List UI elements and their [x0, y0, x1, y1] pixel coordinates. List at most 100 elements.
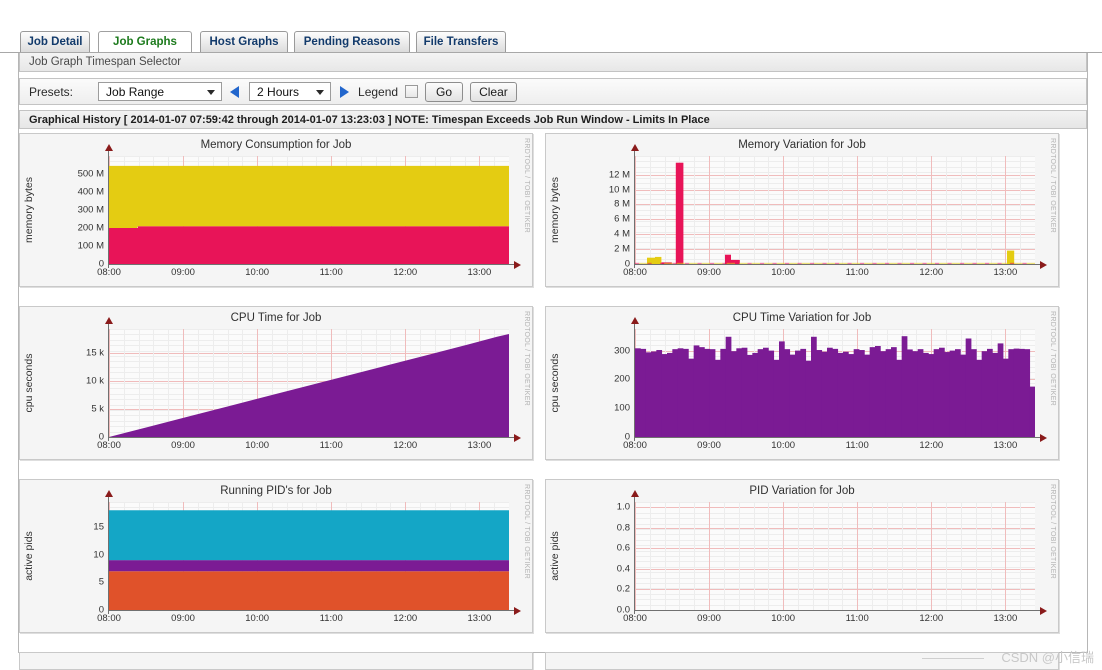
- x-tick-label: 09:00: [697, 267, 721, 278]
- next-timespan-button[interactable]: [338, 85, 351, 99]
- plot-area: [109, 329, 509, 438]
- series-layer: [109, 165, 509, 264]
- x-tick-label: 11:00: [845, 613, 869, 624]
- x-tick-label: 12:00: [393, 440, 418, 451]
- x-tick-label: 10:00: [245, 267, 270, 278]
- y-axis-ticks: 0 100 M 200 M 300 M 400 M 500 M: [44, 156, 104, 270]
- y-tick-label: 6 M: [614, 213, 630, 225]
- graph-cell-memory-consumption: Memory Consumption for Job RRDTOOL / TOBI…: [19, 133, 533, 287]
- y-axis-label: active pids: [549, 531, 561, 581]
- graph-pid-variation[interactable]: PID Variation for Job RRDTOOL / TOBI OETI…: [545, 479, 1059, 633]
- y-tick-label: 10 M: [608, 184, 630, 196]
- graphical-history-text: Graphical History [ 2014-01-07 07:59:42 …: [29, 113, 710, 126]
- graph-cpu-time-variation[interactable]: CPU Time Variation for Job RRDTOOL / TOBI…: [545, 306, 1059, 460]
- y-axis-line: [108, 496, 109, 614]
- plot-area: [635, 156, 1035, 265]
- x-tick-label: 12:00: [919, 613, 944, 624]
- x-tick-label: 13:00: [993, 613, 1018, 624]
- rrdtool-credit: RRDTOOL / TOBI OETIKER: [523, 484, 530, 580]
- y-tick-label: 0.2: [616, 583, 630, 595]
- tab-label: Host Graphs: [209, 36, 279, 48]
- y-tick-label: 4 M: [614, 228, 630, 240]
- legend-label: Legend: [358, 84, 399, 99]
- graph-title: Memory Variation for Job: [738, 139, 866, 151]
- graph-cell-partial: [19, 652, 533, 670]
- tab-host-graphs[interactable]: Host Graphs: [200, 31, 288, 52]
- tab-job-detail[interactable]: Job Detail: [20, 31, 90, 52]
- y-tick-label: 100: [614, 402, 630, 414]
- y-axis-line: [634, 496, 635, 614]
- tab-file-transfers[interactable]: File Transfers: [416, 31, 506, 52]
- x-tick-label: 10:00: [771, 613, 796, 624]
- job-graphs-page: Job Detail Job Graphs Host Graphs Pending R…: [0, 0, 1102, 670]
- panel-header-label: Job Graph Timespan Selector: [29, 56, 182, 68]
- x-tick-label: 09:00: [171, 613, 195, 624]
- rrdtool-credit: RRDTOOL / TOBI OETIKER: [1049, 484, 1056, 580]
- y-tick-label: 15 k: [86, 347, 104, 359]
- x-axis-ticks: 08:00 09:00 10:00 11:00 12:00 13:00: [546, 267, 1058, 281]
- x-tick-label: 11:00: [319, 440, 343, 451]
- y-tick-label: 15: [93, 521, 104, 533]
- presets-label: Presets:: [29, 84, 74, 99]
- plot-area: [109, 156, 509, 265]
- y-tick-label: 100 M: [77, 240, 104, 252]
- y-tick-label: 0.4: [616, 563, 630, 575]
- go-button[interactable]: Go: [425, 81, 464, 102]
- y-tick-label: 0.6: [616, 542, 630, 554]
- graph-partial[interactable]: [545, 652, 1059, 670]
- y-axis-label: cpu seconds: [549, 353, 561, 413]
- y-axis-ticks: 0 100 200 300: [570, 329, 630, 442]
- x-tick-label: 09:00: [171, 267, 195, 278]
- graph-cpu-time[interactable]: CPU Time for Job RRDTOOL / TOBI OETIKER cp…: [19, 306, 533, 460]
- x-tick-label: 13:00: [467, 613, 492, 624]
- graph-cell-pid-variation: PID Variation for Job RRDTOOL / TOBI OETI…: [545, 479, 1059, 633]
- y-tick-label: 10 k: [86, 375, 104, 387]
- y-axis-arrow-icon: [105, 144, 113, 151]
- tab-pending-reasons[interactable]: Pending Reasons: [294, 31, 410, 52]
- y-axis-line: [634, 323, 635, 441]
- graph-title: Memory Consumption for Job: [200, 139, 352, 151]
- y-tick-label: 10: [93, 549, 104, 561]
- x-tick-label: 13:00: [993, 440, 1018, 451]
- graphical-history-bar: Graphical History [ 2014-01-07 07:59:42 …: [19, 110, 1087, 129]
- graph-partial[interactable]: [19, 652, 533, 670]
- series-layer: [635, 162, 1035, 264]
- y-axis-arrow-icon: [631, 144, 639, 151]
- x-axis-ticks: 08:00 09:00 10:00 11:00 12:00 13:00: [546, 440, 1058, 454]
- previous-timespan-button[interactable]: [229, 85, 242, 99]
- graph-memory-consumption[interactable]: Memory Consumption for Job RRDTOOL / TOBI…: [19, 133, 533, 287]
- y-axis-ticks: 0 5 10 15: [44, 502, 104, 615]
- y-axis-label: cpu seconds: [23, 353, 35, 413]
- x-tick-label: 12:00: [393, 267, 418, 278]
- tab-job-graphs[interactable]: Job Graphs: [98, 31, 192, 52]
- x-axis-line: [634, 264, 1040, 265]
- x-tick-label: 08:00: [97, 613, 121, 624]
- y-tick-label: 500 M: [77, 168, 104, 180]
- x-tick-label: 13:00: [467, 440, 492, 451]
- graph-memory-variation[interactable]: Memory Variation for Job RRDTOOL / TOBI O…: [545, 133, 1059, 287]
- x-tick-label: 11:00: [845, 440, 869, 451]
- clear-button[interactable]: Clear: [470, 81, 517, 102]
- x-tick-label: 08:00: [97, 267, 121, 278]
- rrdtool-credit: RRDTOOL / TOBI OETIKER: [1049, 138, 1056, 234]
- x-tick-label: 12:00: [919, 267, 944, 278]
- timespan-select[interactable]: 2 Hours: [249, 82, 332, 101]
- rrdtool-credit: RRDTOOL / TOBI OETIKER: [523, 138, 530, 234]
- x-axis-ticks: 08:00 09:00 10:00 11:00 12:00 13:00: [546, 613, 1058, 627]
- graph-title: PID Variation for Job: [749, 485, 855, 497]
- graph-running-pids[interactable]: Running PID's for Job RRDTOOL / TOBI OETI…: [19, 479, 533, 633]
- x-axis-line: [108, 264, 514, 265]
- graph-cell-partial: [545, 652, 1059, 670]
- chevron-down-icon: [316, 89, 325, 95]
- preset-select[interactable]: Job Range: [98, 82, 223, 101]
- y-tick-label: 5 k: [91, 403, 104, 415]
- x-axis-ticks: 08:00 09:00 10:00 11:00 12:00 13:00: [20, 613, 532, 627]
- x-tick-label: 10:00: [245, 613, 270, 624]
- y-axis-arrow-icon: [631, 490, 639, 497]
- x-tick-label: 11:00: [319, 613, 343, 624]
- preset-select-value: Job Range: [106, 84, 165, 99]
- legend-checkbox[interactable]: [405, 85, 419, 98]
- timespan-toolbar: Presets: Job Range 2 Hours Legend Go Cle…: [19, 78, 1087, 105]
- tab-label: Job Graphs: [113, 36, 177, 48]
- y-axis-ticks: 05 k 10 k 15 k: [44, 329, 104, 443]
